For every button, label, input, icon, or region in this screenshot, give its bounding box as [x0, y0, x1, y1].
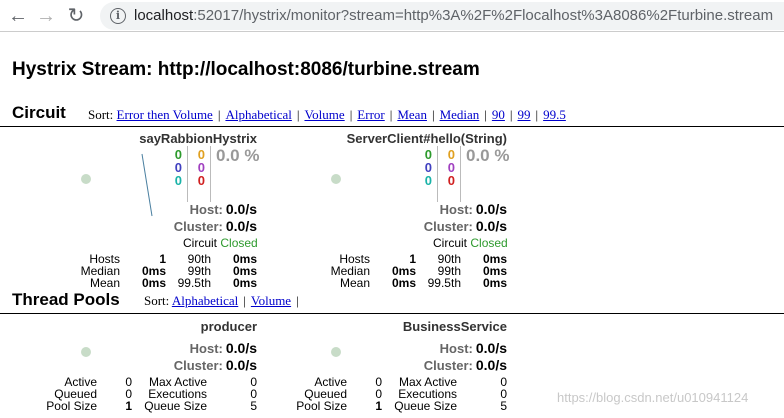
count-divider — [210, 146, 211, 202]
reload-icon[interactable]: ↻ — [64, 4, 88, 28]
sort-error[interactable]: Error — [357, 107, 384, 122]
thread-pools-heading: Thread Pools — [12, 290, 120, 309]
host-value: 0.0/s — [225, 201, 257, 217]
cluster-label: Cluster: — [423, 358, 473, 373]
cluster-value: 0.0/s — [475, 357, 507, 373]
host-value: 0.0/s — [475, 340, 507, 356]
pool-name: producer — [200, 319, 257, 334]
error-rate: 0.0 % — [466, 146, 510, 165]
sort-mean[interactable]: Mean — [397, 107, 427, 122]
cluster-rate: Cluster: 0.0/s — [424, 218, 507, 234]
url-text[interactable]: localhost:52017/hystrix/monitor?stream=h… — [134, 7, 773, 24]
forward-arrow-icon[interactable]: → — [34, 4, 58, 28]
circuit-status: Circuit Closed — [433, 236, 508, 250]
pool-name: BusinessService — [402, 319, 507, 334]
host-label: Host: — [439, 202, 473, 217]
cluster-label: Cluster: — [173, 358, 223, 373]
host-label: Host: — [189, 202, 223, 217]
queuesize-label: Queue Size — [144, 399, 207, 413]
cluster-value: 0.0/s — [225, 218, 257, 234]
page-title: Hystrix Stream: http://localhost:8086/tu… — [12, 59, 480, 80]
circuit-sort-bar: Sort: Error then Volume | Alphabetical | Vol… — [88, 107, 566, 122]
sort-volume[interactable]: Volume — [304, 107, 344, 122]
mean-label: Mean — [339, 276, 370, 290]
circuit-name: ServerClient#hello(String) — [346, 131, 507, 146]
count-divider — [187, 146, 188, 202]
failure-count: 0 — [197, 173, 205, 188]
host-label: Host: — [439, 341, 473, 356]
cluster-label: Cluster: — [173, 219, 223, 234]
sort-99-5[interactable]: 99.5 — [543, 107, 566, 122]
bad-request-count: 0 — [174, 173, 182, 188]
poolsize-label: Pool Size — [46, 399, 97, 413]
health-dot-icon — [81, 174, 91, 184]
p995-value: 0ms — [482, 276, 507, 290]
cluster-value: 0.0/s — [225, 357, 257, 373]
failure-count: 0 — [447, 173, 455, 188]
p995-value: 0ms — [232, 276, 257, 290]
cluster-value: 0.0/s — [475, 218, 507, 234]
host-rate: Host: 0.0/s — [190, 201, 257, 217]
count-divider — [460, 146, 461, 202]
circuit-status-label: Circuit — [183, 236, 218, 250]
p995-label: 99.5th — [427, 276, 461, 290]
count-divider — [437, 146, 438, 202]
mean-label: Mean — [89, 276, 120, 290]
cluster-label: Cluster: — [423, 219, 473, 234]
watermark: https://blog.csdn.net/u010941124 — [557, 390, 749, 405]
sort-median[interactable]: Median — [440, 107, 480, 122]
mean-value: 0ms — [391, 276, 416, 290]
cluster-rate: Cluster: 0.0/s — [424, 357, 507, 373]
sort-error-then-volume[interactable]: Error then Volume — [117, 107, 213, 122]
sort-volume[interactable]: Volume — [251, 293, 291, 308]
health-dot-icon — [81, 347, 91, 357]
health-dot-icon — [331, 174, 341, 184]
bad-request-count: 0 — [424, 173, 432, 188]
queuesize-label: Queue Size — [394, 399, 457, 413]
poolsize-label: Pool Size — [296, 399, 347, 413]
host-rate: Host: 0.0/s — [440, 201, 507, 217]
queuesize-value: 5 — [250, 399, 257, 413]
poolsize-value: 1 — [375, 399, 382, 413]
sort-label: Sort: — [144, 293, 170, 308]
sort-alphabetical[interactable]: Alphabetical — [225, 107, 291, 122]
queuesize-value: 5 — [500, 399, 507, 413]
circuit-name: sayRabbionHystrix — [139, 131, 257, 146]
cluster-rate: Cluster: 0.0/s — [174, 218, 257, 234]
poolsize-value: 1 — [125, 399, 132, 413]
traffic-sparkline — [141, 153, 153, 217]
thread-pools-section-header: Thread Pools Sort: Alphabetical | Volume | — [0, 290, 784, 314]
circuit-section-header: Circuit Sort: Error then Volume | Alphabet… — [0, 103, 784, 127]
info-icon[interactable]: i — [110, 8, 126, 24]
address-bar[interactable]: i localhost:52017/hystrix/monitor?stream… — [100, 2, 784, 30]
thread-pools-sort-bar: Sort: Alphabetical | Volume | — [144, 293, 299, 308]
sort-99[interactable]: 99 — [518, 107, 531, 122]
circuit-status: Circuit Closed — [183, 236, 258, 250]
mean-value: 0ms — [141, 276, 166, 290]
cluster-rate: Cluster: 0.0/s — [174, 357, 257, 373]
host-rate: Host: 0.0/s — [440, 340, 507, 356]
host-rate: Host: 0.0/s — [190, 340, 257, 356]
circuit-status-label: Circuit — [433, 236, 468, 250]
circuit-state: Closed — [470, 236, 508, 250]
host-value: 0.0/s — [225, 340, 257, 356]
circuit-heading: Circuit — [12, 103, 66, 122]
health-dot-icon — [331, 347, 341, 357]
circuit-state: Closed — [220, 236, 258, 250]
p995-label: 99.5th — [177, 276, 211, 290]
back-arrow-icon[interactable]: ← — [6, 4, 30, 28]
error-rate: 0.0 % — [216, 146, 260, 165]
browser-toolbar: ← → ↻ i localhost:52017/hystrix/monitor?… — [0, 0, 784, 32]
sort-90[interactable]: 90 — [492, 107, 505, 122]
host-label: Host: — [189, 341, 223, 356]
sort-alphabetical[interactable]: Alphabetical — [172, 293, 238, 308]
sort-label: Sort: — [88, 107, 114, 122]
host-value: 0.0/s — [475, 201, 507, 217]
